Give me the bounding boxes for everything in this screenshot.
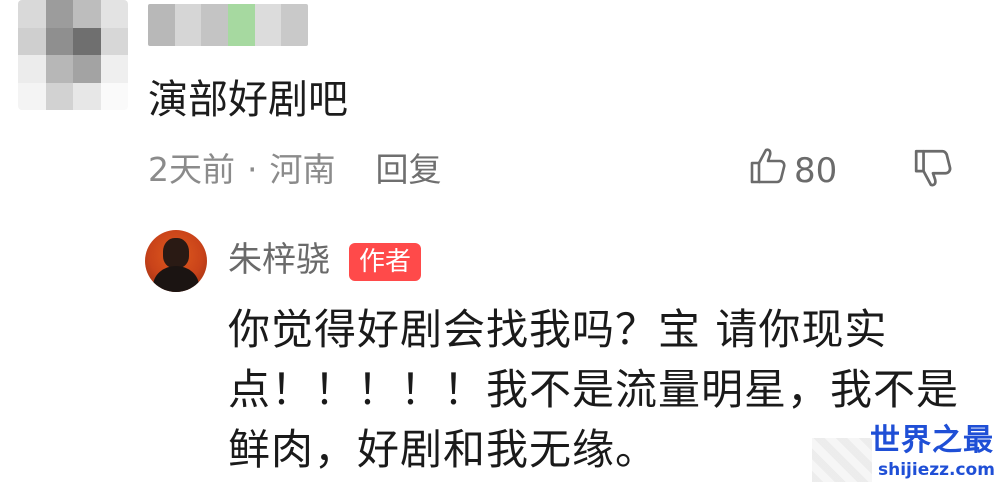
comment-text: 演部好剧吧 (148, 77, 348, 123)
dislike-button[interactable] (912, 147, 954, 193)
meta-separator: · (247, 150, 258, 189)
author-name[interactable]: 朱梓骁 (228, 236, 330, 284)
commenter-name-blurred[interactable] (148, 4, 308, 46)
watermark-title: 世界之最 (870, 423, 994, 458)
thumbs-down-icon (912, 149, 954, 193)
comment-time: 2天前 (148, 150, 235, 189)
author-badge: 作者 (349, 243, 422, 281)
thumbs-up-icon (748, 146, 788, 195)
site-watermark: 世界之最 shijiezz.com (812, 424, 998, 484)
watermark-site: shijiezz.com (878, 460, 995, 480)
author-avatar[interactable] (145, 230, 207, 292)
comment-location: 河南 (269, 150, 336, 189)
reply-button[interactable]: 回复 (376, 148, 442, 192)
comment-meta: 2天前 · 河南 回复 (148, 148, 442, 192)
commenter-avatar[interactable] (18, 0, 128, 110)
watermark-blur (812, 438, 872, 482)
like-button[interactable]: 80 (748, 146, 837, 195)
like-count: 80 (794, 150, 838, 191)
